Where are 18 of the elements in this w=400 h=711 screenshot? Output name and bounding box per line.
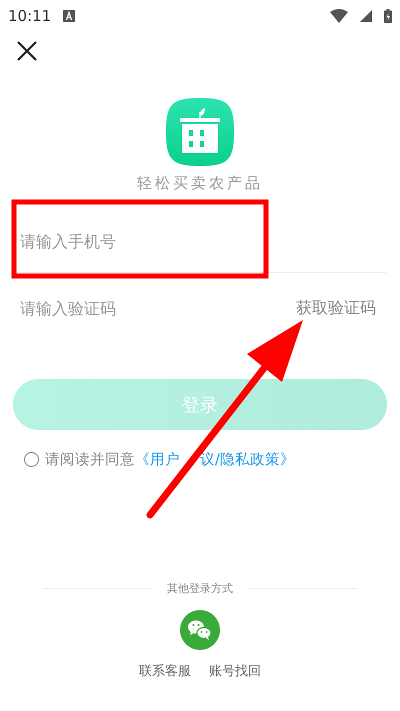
app-title: 轻松买卖农产品 — [136, 174, 264, 193]
code-input-field[interactable]: 请输入验证码 — [14, 277, 296, 339]
chat-bubbles-icon[interactable] — [180, 610, 220, 650]
signal-icon — [360, 10, 372, 22]
keyboard-icon — [63, 10, 76, 22]
get-code-link[interactable]: 获取验证码 — [296, 298, 386, 318]
status-time: 10:11 — [8, 7, 52, 25]
wifi-icon — [330, 9, 348, 23]
agreement-link[interactable]: 《用户 — [135, 450, 180, 469]
battery-icon — [384, 9, 392, 23]
other-login-title: 其他登录方式 — [167, 581, 233, 596]
agreement-link[interactable]: 议/隐私政策》 — [200, 450, 295, 469]
agreement-text: 请阅读并同意 — [45, 451, 135, 469]
footer-link[interactable]: 账号找回 — [209, 662, 261, 680]
footer-link[interactable]: 联系客服 — [139, 662, 191, 680]
phone-input-field[interactable]: 请输入手机号 — [14, 211, 386, 273]
app-logo-icon — [166, 98, 234, 166]
agree-radio[interactable] — [24, 452, 39, 467]
